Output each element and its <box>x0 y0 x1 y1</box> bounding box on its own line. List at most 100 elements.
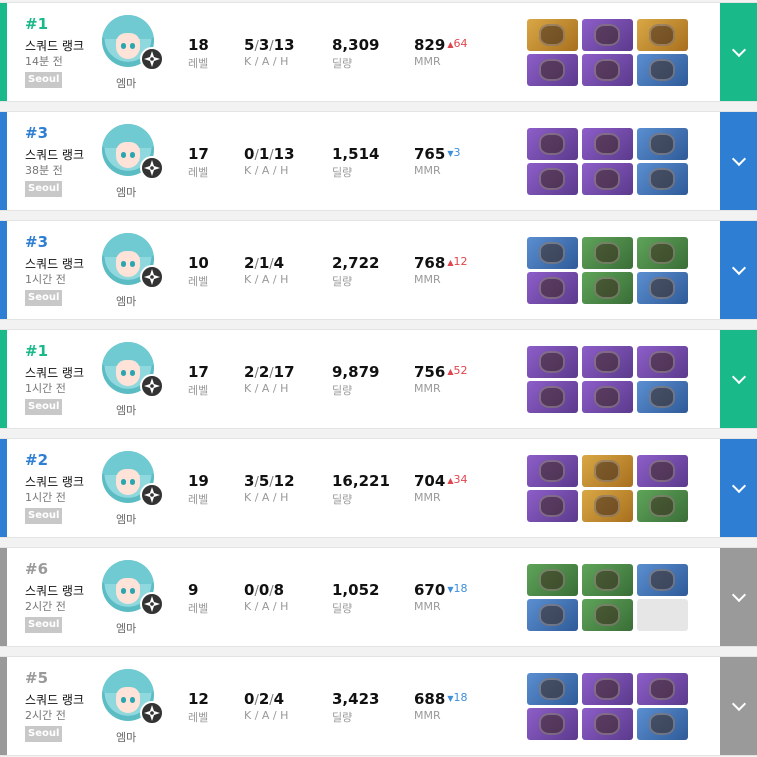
kah-value: 2/1/4 <box>244 254 285 272</box>
hunts-value: 4 <box>273 690 285 708</box>
item-slot-icon[interactable] <box>582 19 633 51</box>
item-slot-icon[interactable] <box>527 128 578 160</box>
shuriken-icon <box>140 156 164 180</box>
level-label: 레벨 <box>188 711 209 724</box>
item-slot-icon[interactable] <box>527 490 578 522</box>
chevron-down-icon <box>731 369 746 385</box>
item-slot-icon[interactable] <box>527 381 578 413</box>
mmr-number: 688 <box>414 690 446 708</box>
match-rank: #3 <box>25 124 49 142</box>
expand-button[interactable] <box>720 3 757 101</box>
item-slot-icon[interactable] <box>582 564 633 596</box>
mmr-label: MMR <box>414 600 441 613</box>
item-slot-icon[interactable] <box>527 54 578 86</box>
item-slot-icon[interactable] <box>582 381 633 413</box>
game-mode: 스쿼드 랭크 <box>25 39 85 53</box>
mmr-number: 704 <box>414 472 446 490</box>
item-slot-icon[interactable] <box>527 564 578 596</box>
item-slot-icon[interactable] <box>527 237 578 269</box>
kah-label: K / A / H <box>244 600 289 613</box>
mmr-value: 670 ▼18 <box>414 581 467 599</box>
item-build <box>527 346 689 413</box>
time-ago: 1시간 전 <box>25 491 66 504</box>
result-color-bar <box>0 221 7 319</box>
item-slot-icon[interactable] <box>527 19 578 51</box>
item-slot-icon[interactable] <box>582 346 633 378</box>
item-slot-icon[interactable] <box>527 673 578 705</box>
item-slot-icon[interactable] <box>527 346 578 378</box>
expand-button[interactable] <box>720 548 757 646</box>
character-name: 엠마 <box>116 622 137 635</box>
item-slot-icon[interactable] <box>637 54 688 86</box>
match-row: #5 스쿼드 랭크 2시간 전 Seoul 엠마 12 레벨 0/2/4 K /… <box>0 656 757 756</box>
hunts-value: 12 <box>273 472 295 490</box>
server-badge: Seoul <box>25 617 63 633</box>
item-slot-icon[interactable] <box>637 455 688 487</box>
mmr-value: 829 ▲64 <box>414 36 467 54</box>
damage-label: 딜량 <box>332 711 353 724</box>
item-slot-icon[interactable] <box>582 708 633 740</box>
level-value: 18 <box>188 36 209 54</box>
hunts-value: 17 <box>273 363 295 381</box>
item-slot-icon[interactable] <box>527 272 578 304</box>
item-slot-icon[interactable] <box>582 237 633 269</box>
chevron-down-icon <box>731 260 746 276</box>
expand-button[interactable] <box>720 439 757 537</box>
expand-button[interactable] <box>720 657 757 755</box>
kills-value: 2 <box>244 363 255 381</box>
item-slot-icon[interactable] <box>637 237 688 269</box>
server-badge: Seoul <box>25 726 63 742</box>
expand-button[interactable] <box>720 112 757 210</box>
assists-value: 3 <box>258 36 270 54</box>
item-slot-icon[interactable] <box>637 673 688 705</box>
item-slot-icon[interactable] <box>527 455 578 487</box>
kills-value: 0 <box>244 145 255 163</box>
item-slot-icon[interactable] <box>637 346 688 378</box>
level-label: 레벨 <box>188 275 209 288</box>
mmr-delta: ▼3 <box>447 146 461 159</box>
hunts-value: 13 <box>273 145 295 163</box>
item-slot-icon[interactable] <box>582 54 633 86</box>
game-mode: 스쿼드 랭크 <box>25 148 85 162</box>
item-slot-icon[interactable] <box>637 490 688 522</box>
item-slot-icon[interactable] <box>582 272 633 304</box>
item-slot-icon[interactable] <box>637 19 688 51</box>
item-slot-icon[interactable] <box>637 272 688 304</box>
expand-button[interactable] <box>720 330 757 428</box>
result-color-bar <box>0 657 7 755</box>
item-slot-icon[interactable] <box>582 455 633 487</box>
game-mode: 스쿼드 랭크 <box>25 475 85 489</box>
match-row: #3 스쿼드 랭크 1시간 전 Seoul 엠마 10 레벨 2/1/4 K /… <box>0 220 757 320</box>
match-row: #1 스쿼드 랭크 1시간 전 Seoul 엠마 17 레벨 2/2/17 K … <box>0 329 757 429</box>
mmr-delta: ▼18 <box>447 691 468 704</box>
item-slot-icon[interactable] <box>527 599 578 631</box>
item-slot-icon[interactable] <box>582 490 633 522</box>
item-slot-icon[interactable] <box>527 163 578 195</box>
item-slot-icon[interactable] <box>637 708 688 740</box>
match-rank: #1 <box>25 15 49 33</box>
match-rank: #2 <box>25 451 49 469</box>
item-slot-icon[interactable] <box>582 163 633 195</box>
level-label: 레벨 <box>188 602 209 615</box>
shuriken-icon <box>140 47 164 71</box>
chevron-down-icon <box>731 151 746 167</box>
item-slot-icon[interactable] <box>637 564 688 596</box>
mmr-value: 756 ▲52 <box>414 363 467 381</box>
item-slot-icon[interactable] <box>582 673 633 705</box>
empty-item-slot[interactable] <box>637 599 688 631</box>
damage-label: 딜량 <box>332 602 353 615</box>
kah-label: K / A / H <box>244 491 289 504</box>
item-slot-icon[interactable] <box>637 381 688 413</box>
expand-button[interactable] <box>720 221 757 319</box>
item-slot-icon[interactable] <box>637 128 688 160</box>
item-slot-icon[interactable] <box>637 163 688 195</box>
kills-value: 3 <box>244 472 255 490</box>
shuriken-icon <box>140 374 164 398</box>
mmr-value: 688 ▼18 <box>414 690 467 708</box>
item-slot-icon[interactable] <box>582 128 633 160</box>
kills-value: 0 <box>244 690 255 708</box>
kah-value: 2/2/17 <box>244 363 295 381</box>
item-slot-icon[interactable] <box>582 599 633 631</box>
item-slot-icon[interactable] <box>527 708 578 740</box>
kills-value: 5 <box>244 36 255 54</box>
